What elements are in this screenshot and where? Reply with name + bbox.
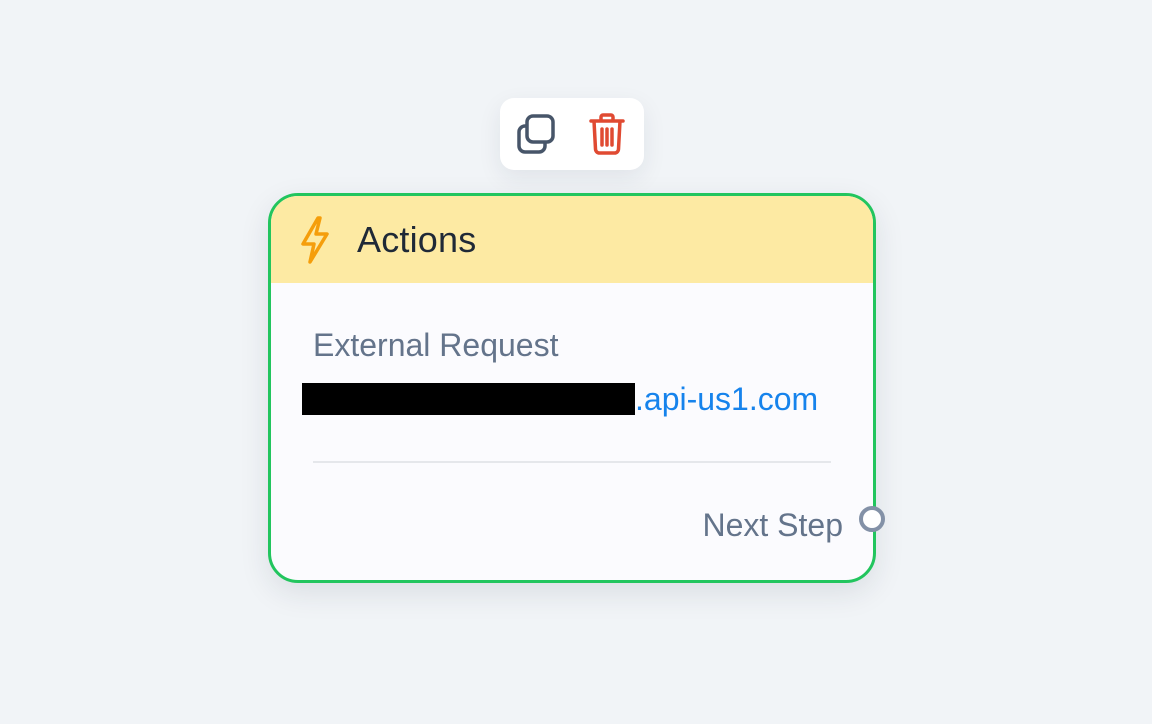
node-header[interactable]: Actions (271, 196, 873, 283)
action-node[interactable]: Actions External Request .api-us1.com Ne… (268, 193, 885, 583)
delete-node-button[interactable] (585, 112, 629, 156)
output-label: Next Step (702, 507, 843, 543)
next-step-connector-handle[interactable] (859, 506, 885, 532)
action-type-label: External Request (313, 327, 559, 363)
node-toolbar (500, 98, 644, 170)
action-url[interactable]: .api-us1.com (302, 379, 832, 419)
divider (313, 461, 831, 463)
node-title: Actions (357, 218, 477, 260)
workflow-canvas[interactable]: Actions External Request .api-us1.com Ne… (0, 0, 1152, 724)
action-url-text: .api-us1.com (635, 381, 819, 417)
lightning-bolt-icon (295, 214, 335, 266)
copy-icon (515, 112, 559, 156)
redaction-bar (302, 383, 635, 415)
duplicate-node-button[interactable] (515, 112, 559, 156)
trash-icon (587, 112, 627, 156)
